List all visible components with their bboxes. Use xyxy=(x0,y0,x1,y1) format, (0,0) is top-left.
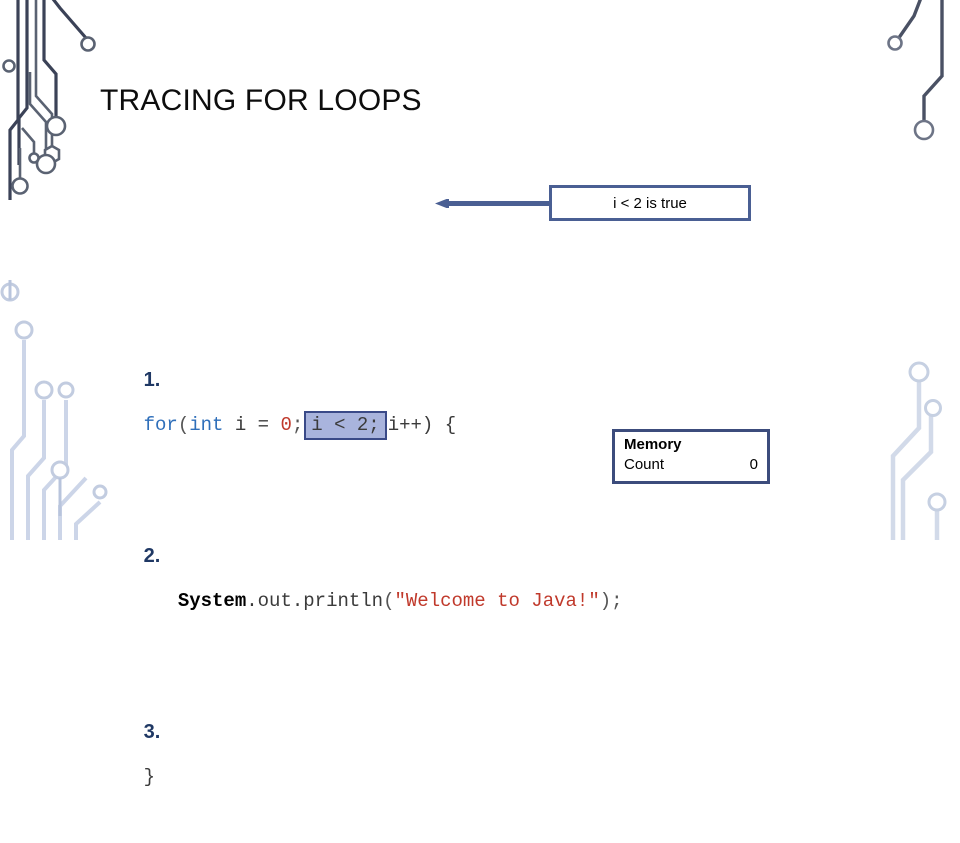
memory-table-title: Memory xyxy=(624,436,682,453)
memory-table: Memory Count 0 xyxy=(612,429,770,484)
init-assignment: i = xyxy=(223,414,281,436)
keyword-int: int xyxy=(189,414,224,436)
circuit-decoration-top-left xyxy=(2,0,96,200)
loop-update-and-brace: i++) { xyxy=(387,414,457,436)
statement-semicolon: ; xyxy=(611,590,623,612)
code-line-2: 2. System.out.println("Welcome to Java!"… xyxy=(98,490,623,612)
method-println: .out.println xyxy=(246,590,384,612)
line-number-2: 2. xyxy=(143,545,161,567)
string-literal: "Welcome to Java!" xyxy=(394,590,600,612)
memory-variable-value: 0 xyxy=(749,456,758,473)
code-line-3: 3. } xyxy=(98,666,623,788)
callout-text: i < 2 is true xyxy=(613,194,687,212)
code-block: 1. for(int i = 0; i < 2; i++) { 2. System.… xyxy=(98,182,623,788)
semicolon-init: ; xyxy=(291,414,304,436)
closing-brace: } xyxy=(143,766,156,788)
line-number-3: 3. xyxy=(143,721,161,743)
class-system: System xyxy=(177,590,247,612)
loop-condition-highlight: i < 2; xyxy=(304,411,387,440)
line-number-1: 1. xyxy=(143,369,161,391)
circuit-decoration-bottom-right xyxy=(890,361,947,540)
callout-box: i < 2 is true xyxy=(549,185,751,221)
memory-variable-name: Count xyxy=(624,456,665,473)
page-title: TRACING FOR LOOPS xyxy=(100,84,422,117)
circuit-decoration-top-right xyxy=(887,0,944,141)
code-line-1: 1. for(int i = 0; i < 2; i++) { xyxy=(98,314,623,440)
keyword-for: for xyxy=(143,414,178,436)
call-paren-close: ) xyxy=(599,590,612,612)
paren-open: ( xyxy=(177,414,190,436)
indent-2 xyxy=(144,590,178,612)
call-paren-open: ( xyxy=(383,590,395,612)
table-row: Count 0 xyxy=(624,455,758,475)
init-value: 0 xyxy=(280,414,292,436)
